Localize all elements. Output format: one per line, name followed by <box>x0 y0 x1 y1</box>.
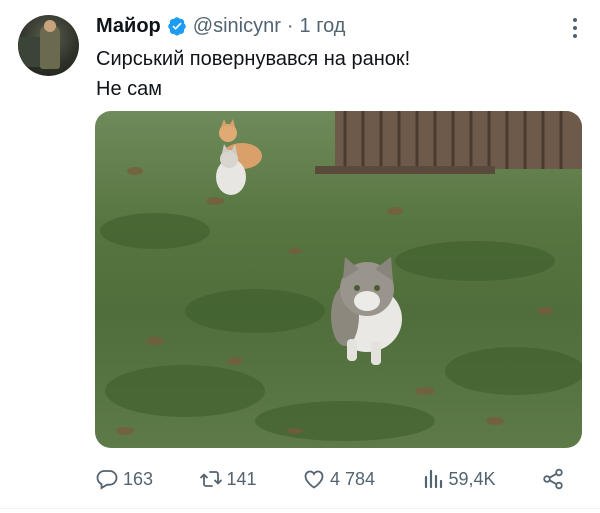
share-icon <box>543 468 563 490</box>
views-count: 59,4K <box>448 468 496 489</box>
header-separator: · <box>286 14 294 37</box>
repost-button[interactable]: 141 <box>199 467 257 491</box>
tweet-text-line-2: Не сам <box>96 78 162 100</box>
like-button[interactable]: 4 784 <box>302 467 375 491</box>
avatar[interactable] <box>18 15 79 76</box>
author-name[interactable]: Майор <box>96 15 161 38</box>
tweet-text-line-1: Сирський повернувався на ранок! <box>96 48 411 70</box>
reply-count: 163 <box>123 468 154 489</box>
tweet-photo[interactable] <box>95 111 582 448</box>
photo-scene <box>100 111 582 441</box>
repost-icon <box>199 471 222 487</box>
fence <box>335 111 582 169</box>
heart-icon <box>304 470 324 489</box>
reply-icon <box>96 470 118 490</box>
tabby-cat <box>331 257 402 365</box>
fence-log <box>315 166 495 174</box>
repost-count: 141 <box>226 468 257 489</box>
like-count: 4 784 <box>330 468 376 489</box>
author-handle[interactable]: @sinicynr <box>193 15 281 38</box>
views-button[interactable]: 59,4K <box>421 467 496 491</box>
tweet-header: Майор @sinicynr · 1 год <box>96 12 345 40</box>
verified-badge-icon <box>167 16 187 36</box>
views-chart-icon <box>424 469 442 489</box>
tweet-time[interactable]: 1 год <box>300 15 346 38</box>
reply-button[interactable]: 163 <box>95 467 153 491</box>
avatar-head <box>44 20 56 32</box>
tweet-text: Сирський повернувався на ранок! Не сам <box>96 44 410 104</box>
share-button[interactable] <box>541 467 565 491</box>
tweet-actions: 163 141 4 784 59,4K <box>95 462 565 496</box>
divider <box>0 508 600 509</box>
more-options-icon[interactable] <box>572 18 578 38</box>
